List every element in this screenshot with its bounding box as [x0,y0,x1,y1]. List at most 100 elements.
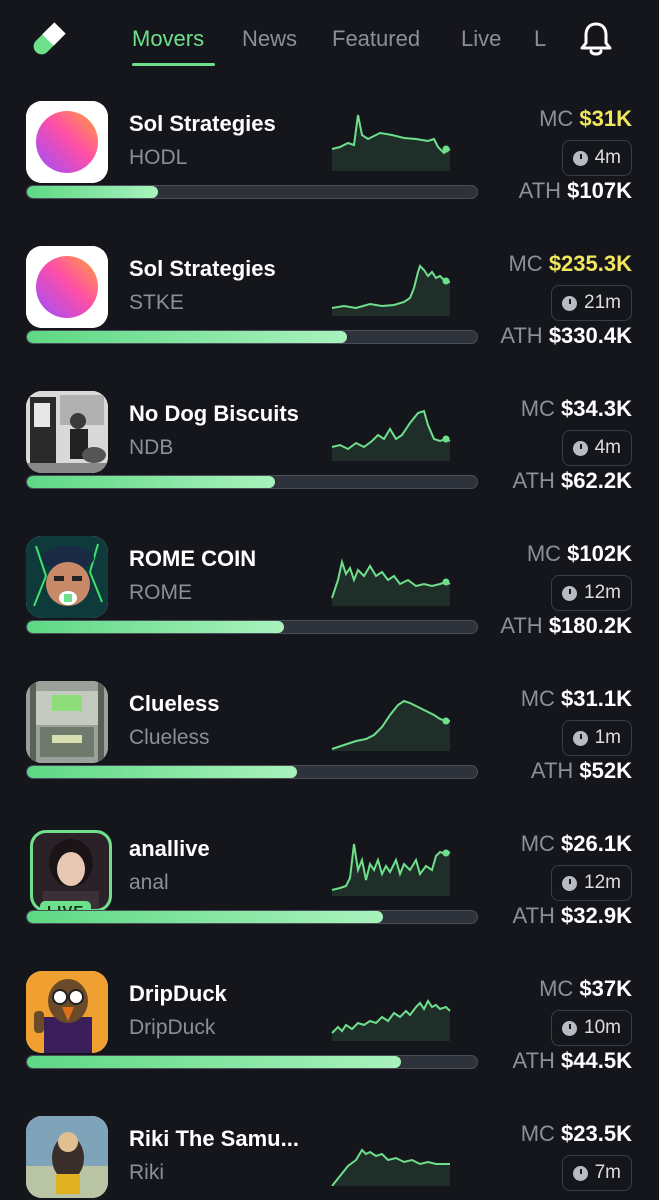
market-cap-value: $26.1K [561,831,632,856]
age-value: 4m [594,147,621,168]
token-name: anallive [129,836,210,861]
top-bar: Movers News Featured Live L [0,0,659,85]
market-cap: MC $31.1K [521,686,632,712]
ath-label: ATH [500,323,543,348]
bonding-progress-bar [26,620,478,634]
tab-live-label: Live [461,26,502,51]
tab-featured-label: Featured [332,26,421,51]
clock-icon [572,440,588,456]
age-badge: 21m [551,285,632,321]
token-ticker: DripDuck [129,1016,216,1039]
bonding-progress-bar [26,185,478,199]
token-avatar [26,536,108,618]
token-avatar [26,101,108,183]
all-time-high: ATH $44.5K [513,1048,632,1074]
market-cap-label: MC [539,976,574,1001]
token-avatar [26,681,108,763]
progress-fill [27,911,383,923]
tab-featured[interactable]: Featured [332,26,420,52]
market-cap-label: MC [526,541,562,566]
token-avatar [26,391,108,473]
tab-movers-label: Movers [132,26,205,51]
market-cap-label: MC [520,1121,555,1146]
token-row[interactable]: Sol Strategies HODL MC $31K 4m ATH $107K [0,93,659,238]
token-row[interactable]: LIVE anallive anal MC $26.1K 12m ATH $32… [0,818,659,963]
ath-value: $44.5K [561,1048,632,1073]
all-time-high: ATH $62.2K [513,468,632,494]
age-badge: 7m [561,1155,632,1191]
tab-news-label: News [242,26,298,51]
ath-value: $62.2K [561,468,632,493]
pill-logo-icon[interactable] [28,20,68,60]
nav-tabs: Movers News Featured Live L [132,26,552,66]
market-cap-label: MC [508,251,543,276]
token-ticker: STKE [129,291,184,314]
age-value: 7m [594,1162,621,1183]
progress-fill [27,1056,401,1068]
all-time-high: ATH $32.9K [513,903,632,929]
sparkline-chart [331,999,451,1041]
sparkline-chart [331,264,450,316]
bonding-progress-bar [26,475,478,489]
market-cap-value: $31K [579,106,632,131]
market-cap-label: MC [520,831,555,856]
progress-fill [27,476,275,488]
all-time-high: ATH $180.2K [500,613,632,639]
market-cap-label: MC [539,106,574,131]
age-badge: 1m [561,720,632,756]
bonding-progress-bar [26,765,478,779]
clock-icon [562,1020,578,1036]
market-cap: MC $235.3K [508,251,632,277]
token-ticker: Clueless [129,726,210,749]
ath-label: ATH [512,1048,555,1073]
all-time-high: ATH $52K [531,758,632,784]
bonding-progress-bar [26,1055,478,1069]
progress-fill [27,186,158,198]
market-cap-value: $37K [579,976,632,1001]
token-ticker: HODL [129,146,188,169]
market-cap-value: $34.3K [561,396,632,421]
token-row[interactable]: No Dog Biscuits NDB MC $34.3K 4m ATH $62… [0,383,659,528]
age-value: 12m [584,582,621,603]
ath-label: ATH [518,178,562,203]
token-row[interactable]: Clueless Clueless MC $31.1K 1m ATH $52K [0,673,659,818]
ath-label: ATH [500,613,543,638]
ath-value: $107K [567,178,632,203]
tab-live[interactable]: Live [461,26,501,52]
tab-movers[interactable]: Movers [132,26,204,52]
ath-value: $52K [579,758,632,783]
token-ticker: NDB [129,436,174,459]
ath-value: $180.2K [548,613,632,638]
active-tab-underline [132,63,215,66]
age-badge: 12m [551,865,632,901]
token-row[interactable]: DripDuck DripDuck MC $37K 10m ATH $44.5K [0,963,659,1108]
token-row[interactable]: Riki The Samu... Riki MC $23.5K 7m [0,1108,659,1200]
bonding-progress-bar [26,910,478,924]
age-badge: 4m [561,140,632,176]
token-row[interactable]: Sol Strategies STKE MC $235.3K 21m ATH $… [0,238,659,383]
bell-icon[interactable] [578,20,614,58]
market-cap-label: MC [520,686,555,711]
token-avatar [26,1116,108,1198]
token-row[interactable]: ROME COIN ROME MC $102K 12m ATH $180.2K [0,528,659,673]
token-name: No Dog Biscuits [129,401,299,426]
market-cap-label: MC [520,396,555,421]
clock-icon [572,730,588,746]
market-cap: MC $31K [539,106,632,132]
age-value: 21m [584,292,621,313]
tab-partial[interactable]: L [534,26,546,52]
tab-news[interactable]: News [242,26,297,52]
token-ticker: anal [129,871,169,894]
market-cap-value: $235.3K [548,251,632,276]
clock-icon [562,875,578,891]
token-avatar [30,830,112,912]
token-name: Sol Strategies [129,256,276,281]
bonding-progress-bar [26,330,478,344]
market-cap: MC $26.1K [521,831,632,857]
ath-value: $32.9K [561,903,632,928]
ath-label: ATH [512,903,555,928]
market-cap-value: $23.5K [561,1121,632,1146]
token-ticker: ROME [129,581,192,604]
ath-label: ATH [512,468,555,493]
token-name: ROME COIN [129,546,257,571]
